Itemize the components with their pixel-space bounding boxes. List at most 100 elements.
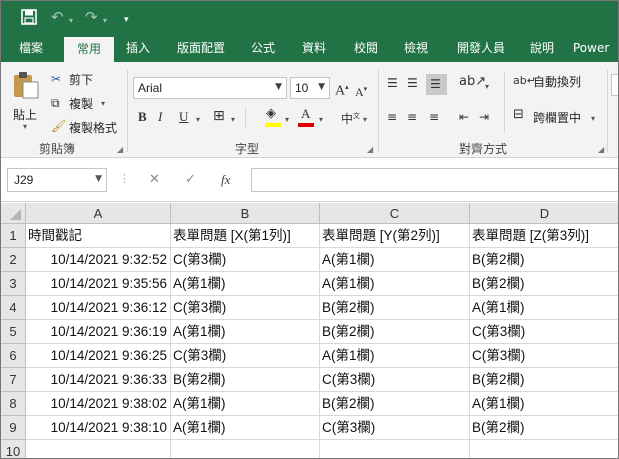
column-header-d[interactable]: D — [470, 203, 618, 224]
tab-home[interactable]: 常用 — [64, 37, 114, 62]
number-format-combo-partial[interactable] — [611, 74, 618, 96]
cell-c8[interactable]: B(第2欄) — [320, 392, 470, 416]
font-launcher-icon[interactable]: ◢ — [367, 145, 373, 154]
orientation-icon[interactable]: ab↗ — [459, 75, 486, 89]
cell-c4[interactable]: B(第2欄) — [320, 296, 470, 320]
tab-help[interactable]: 說明 — [521, 34, 563, 62]
shrink-font-icon[interactable]: A▾ — [355, 82, 367, 99]
cell-a8[interactable]: 10/14/2021 9:38:02 — [26, 392, 171, 416]
row-header[interactable]: 3 — [1, 272, 26, 296]
cell-d8[interactable]: A(第1欄) — [470, 392, 618, 416]
row-header[interactable]: 10 — [1, 440, 26, 458]
borders-icon[interactable]: ⊞ — [213, 109, 225, 123]
cell-c1[interactable]: 表單問題 [Y(第2列)] — [320, 224, 470, 248]
increase-indent-icon[interactable]: ⇥ — [479, 110, 489, 124]
bold-button[interactable]: B — [138, 110, 147, 124]
row-header[interactable]: 8 — [1, 392, 26, 416]
merge-center-button[interactable]: 跨欄置中 — [533, 109, 581, 126]
copy-dropdown-icon[interactable]: ▾ — [101, 99, 105, 108]
align-bottom-button[interactable]: ☰ — [426, 74, 447, 95]
cell-b1[interactable]: 表單問題 [X(第1列)] — [171, 224, 320, 248]
cell-c9[interactable]: C(第3欄) — [320, 416, 470, 440]
save-icon[interactable] — [21, 9, 37, 28]
cell-a3[interactable]: 10/14/2021 9:35:56 — [26, 272, 171, 296]
cell-d1[interactable]: 表單問題 [Z(第3列)] — [470, 224, 618, 248]
cell-a1[interactable]: 時間戳記 — [26, 224, 171, 248]
cell-d9[interactable]: B(第2欄) — [470, 416, 618, 440]
cell-b8[interactable]: A(第1欄) — [171, 392, 320, 416]
tab-insert[interactable]: 插入 — [114, 34, 162, 62]
underline-button[interactable]: U — [179, 110, 188, 124]
font-color-button[interactable]: A — [301, 107, 310, 121]
clipboard-launcher-icon[interactable]: ◢ — [117, 145, 123, 154]
row-header[interactable]: 6 — [1, 344, 26, 368]
tab-review[interactable]: 校閱 — [343, 34, 389, 62]
italic-button[interactable]: I — [158, 110, 162, 124]
cancel-icon[interactable]: ✕ — [149, 172, 160, 187]
tab-data[interactable]: 資料 — [291, 34, 337, 62]
cell-d4[interactable]: A(第1欄) — [470, 296, 618, 320]
orientation-dropdown-icon[interactable]: ▾ — [485, 82, 489, 91]
tab-developer[interactable]: 開發人員 — [449, 34, 513, 62]
redo-icon[interactable]: ↷ — [85, 9, 98, 25]
tab-power[interactable]: Power — [573, 34, 618, 62]
cell-b4[interactable]: C(第3欄) — [171, 296, 320, 320]
row-header[interactable]: 9 — [1, 416, 26, 440]
formula-bar-grip-icon[interactable]: ⋮ — [119, 172, 130, 185]
row-header[interactable]: 4 — [1, 296, 26, 320]
tab-page-layout[interactable]: 版面配置 — [169, 34, 233, 62]
align-left-icon[interactable]: ≡ — [387, 110, 397, 124]
formula-input[interactable] — [251, 168, 618, 192]
alignment-launcher-icon[interactable]: ◢ — [598, 145, 604, 154]
font-name-combo[interactable]: Arial ▼ — [133, 77, 287, 99]
align-right-icon[interactable]: ≡ — [429, 110, 439, 124]
decrease-indent-icon[interactable]: ⇤ — [459, 110, 469, 124]
borders-dropdown-icon[interactable]: ▾ — [231, 115, 235, 124]
tab-file[interactable]: 檔案 — [7, 34, 55, 62]
insert-function-icon[interactable]: fx — [221, 172, 230, 188]
cell-d6[interactable]: C(第3欄) — [470, 344, 618, 368]
column-header-c[interactable]: C — [320, 203, 470, 224]
fill-color-icon[interactable]: ◈ — [266, 107, 276, 121]
fill-color-dropdown-icon[interactable]: ▾ — [285, 115, 289, 124]
column-header-a[interactable]: A — [26, 203, 171, 224]
column-header-b[interactable]: B — [171, 203, 320, 224]
cell-c5[interactable]: B(第2欄) — [320, 320, 470, 344]
cell-a9[interactable]: 10/14/2021 9:38:10 — [26, 416, 171, 440]
font-color-dropdown-icon[interactable]: ▾ — [319, 115, 323, 124]
cell-d3[interactable]: B(第2欄) — [470, 272, 618, 296]
cell-b9[interactable]: A(第1欄) — [171, 416, 320, 440]
cell-a10[interactable] — [26, 440, 171, 458]
select-all-corner[interactable] — [1, 203, 26, 224]
enter-icon[interactable]: ✓ — [185, 172, 196, 187]
cell-b3[interactable]: A(第1欄) — [171, 272, 320, 296]
paste-button[interactable]: 貼上 ▾ — [9, 68, 43, 132]
cell-c6[interactable]: A(第1欄) — [320, 344, 470, 368]
wrap-text-button[interactable]: 自動換列 — [533, 73, 581, 90]
copy-button[interactable]: 複製 — [69, 95, 93, 112]
cell-c7[interactable]: C(第3欄) — [320, 368, 470, 392]
align-middle-icon[interactable]: ☰ — [407, 76, 418, 90]
cell-b5[interactable]: A(第1欄) — [171, 320, 320, 344]
grow-font-icon[interactable]: A▴ — [335, 80, 349, 99]
align-top-icon[interactable]: ☰ — [387, 76, 398, 90]
format-painter-button[interactable]: 複製格式 — [69, 119, 117, 136]
tab-formulas[interactable]: 公式 — [241, 34, 285, 62]
undo-dropdown-icon[interactable]: ▾ — [69, 13, 73, 29]
redo-dropdown-icon[interactable]: ▾ — [103, 13, 107, 29]
row-header[interactable]: 1 — [1, 224, 26, 248]
row-header[interactable]: 7 — [1, 368, 26, 392]
merge-dropdown-icon[interactable]: ▾ — [591, 114, 595, 123]
paste-dropdown-icon[interactable]: ▾ — [23, 122, 27, 131]
row-header[interactable]: 2 — [1, 248, 26, 272]
cell-d5[interactable]: C(第3欄) — [470, 320, 618, 344]
cell-a2[interactable]: 10/14/2021 9:32:52 — [26, 248, 171, 272]
cut-button[interactable]: 剪下 — [69, 71, 93, 88]
cell-a7[interactable]: 10/14/2021 9:36:33 — [26, 368, 171, 392]
cell-c10[interactable] — [320, 440, 470, 458]
worksheet-grid[interactable]: A B C D 1 時間戳記 表單問題 [X(第1列)] 表單問題 [Y(第2列… — [1, 203, 618, 458]
cell-a4[interactable]: 10/14/2021 9:36:12 — [26, 296, 171, 320]
phonetic-icon[interactable]: 中文 — [341, 109, 360, 126]
cell-b6[interactable]: C(第3欄) — [171, 344, 320, 368]
underline-dropdown-icon[interactable]: ▾ — [196, 115, 200, 124]
